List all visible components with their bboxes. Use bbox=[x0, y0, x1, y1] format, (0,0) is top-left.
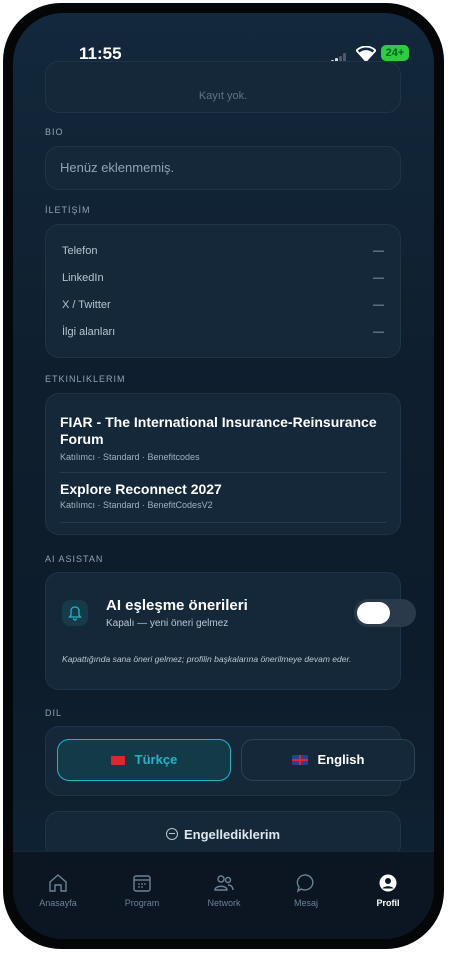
top-card-text: Kayıt yok. bbox=[198, 90, 248, 102]
event-title: FIAR - The International Insurance-Reins… bbox=[60, 414, 377, 447]
nav-label: Program bbox=[124, 898, 160, 908]
nav-label: Network bbox=[207, 898, 241, 908]
language-label-english: English bbox=[317, 752, 365, 767]
top-card: Kayıt yok. bbox=[45, 61, 401, 113]
language-section-title: DIL bbox=[45, 708, 63, 718]
nav-label: Profil bbox=[376, 898, 400, 908]
contact-value-interests: — bbox=[373, 326, 384, 338]
event-title: Explore Reconnect 2027 bbox=[60, 481, 222, 497]
bio-value: Henüz eklenmemiş. bbox=[60, 160, 175, 175]
nav-item-network[interactable]: Network bbox=[189, 872, 259, 908]
bell-icon bbox=[68, 606, 82, 621]
event-item[interactable]: FIAR - The International Insurance-Reins… bbox=[46, 394, 400, 472]
profile-scroll[interactable]: Kayıt yok. BIO Henüz eklenmemiş. İLETİŞİ… bbox=[13, 61, 434, 859]
ai-section-title: AI ASISTAN bbox=[45, 554, 104, 564]
event-subtitle: Katılımcı · Standard · BenefitCodesV2 bbox=[60, 500, 213, 510]
block-icon bbox=[165, 828, 178, 840]
event-divider bbox=[60, 522, 386, 523]
nav-item-home[interactable]: Anasayfa bbox=[23, 872, 93, 908]
ai-subtitle: Kapalı — yeni öneri gelmez bbox=[106, 618, 229, 629]
event-subtitle: Katılımcı · Standard · Benefitcodes bbox=[60, 452, 200, 462]
ai-toggle[interactable] bbox=[354, 599, 416, 627]
contact-label-twitter: X / Twitter bbox=[62, 299, 111, 311]
bottom-nav: Anasayfa Program Network Mesaj Profil bbox=[13, 851, 434, 939]
contact-value-linkedin: — bbox=[373, 272, 384, 284]
contact-label-linkedin: LinkedIn bbox=[62, 272, 104, 284]
contact-label-phone: Telefon bbox=[62, 245, 98, 257]
uk-flag-icon bbox=[291, 755, 308, 765]
ai-note: Kapattığında sana öneri gelmez; profilin… bbox=[62, 654, 352, 664]
chat-icon bbox=[296, 874, 314, 893]
contact-label-interests: İlgi alanları bbox=[62, 326, 116, 338]
calendar-icon bbox=[133, 875, 151, 892]
battery-badge: 24+ bbox=[381, 45, 409, 61]
language-label-turkish: Türkçe bbox=[134, 752, 178, 767]
blocked-users-row: Engellediklerim bbox=[46, 827, 400, 842]
contact-card: Telefon — LinkedIn — X / Twitter — İlgi … bbox=[45, 224, 401, 358]
nav-item-messages[interactable]: Mesaj bbox=[271, 872, 341, 908]
phone-frame: 11:55 24+ Kayıt yok. BIO Henüz eklenmemi… bbox=[3, 3, 444, 949]
home-icon bbox=[49, 874, 67, 892]
nav-item-profile[interactable]: Profil bbox=[353, 872, 423, 908]
people-icon bbox=[214, 875, 234, 891]
ai-title: AI eşleşme önerileri bbox=[106, 597, 248, 614]
bio-section-title: BIO bbox=[45, 127, 64, 137]
screen: 11:55 24+ Kayıt yok. BIO Henüz eklenmemi… bbox=[13, 13, 434, 939]
nav-label: Anasayfa bbox=[39, 898, 77, 908]
bio-card[interactable]: Henüz eklenmemiş. bbox=[45, 146, 401, 190]
events-card: FIAR - The International Insurance-Reins… bbox=[45, 393, 401, 535]
language-option-turkish[interactable]: Türkçe bbox=[57, 739, 231, 781]
bell-icon-wrap bbox=[62, 600, 88, 626]
contact-value-twitter: — bbox=[373, 299, 384, 311]
wifi-icon bbox=[356, 46, 376, 62]
turkey-flag-icon bbox=[110, 756, 125, 765]
events-section-title: ETKINLIKLERIM bbox=[45, 374, 126, 384]
nav-item-program[interactable]: Program bbox=[107, 872, 177, 908]
language-option-english[interactable]: English bbox=[241, 739, 415, 781]
nav-label: Mesaj bbox=[293, 898, 318, 908]
ai-toggle-knob bbox=[357, 602, 390, 624]
contact-value-phone: — bbox=[373, 245, 384, 257]
ai-card: AI eşleşme önerileri Kapalı — yeni öneri… bbox=[45, 572, 416, 690]
blocked-users-label: Engellediklerim bbox=[183, 827, 281, 842]
profile-icon bbox=[379, 874, 397, 892]
contact-section-title: İLETİŞİM bbox=[45, 205, 91, 215]
